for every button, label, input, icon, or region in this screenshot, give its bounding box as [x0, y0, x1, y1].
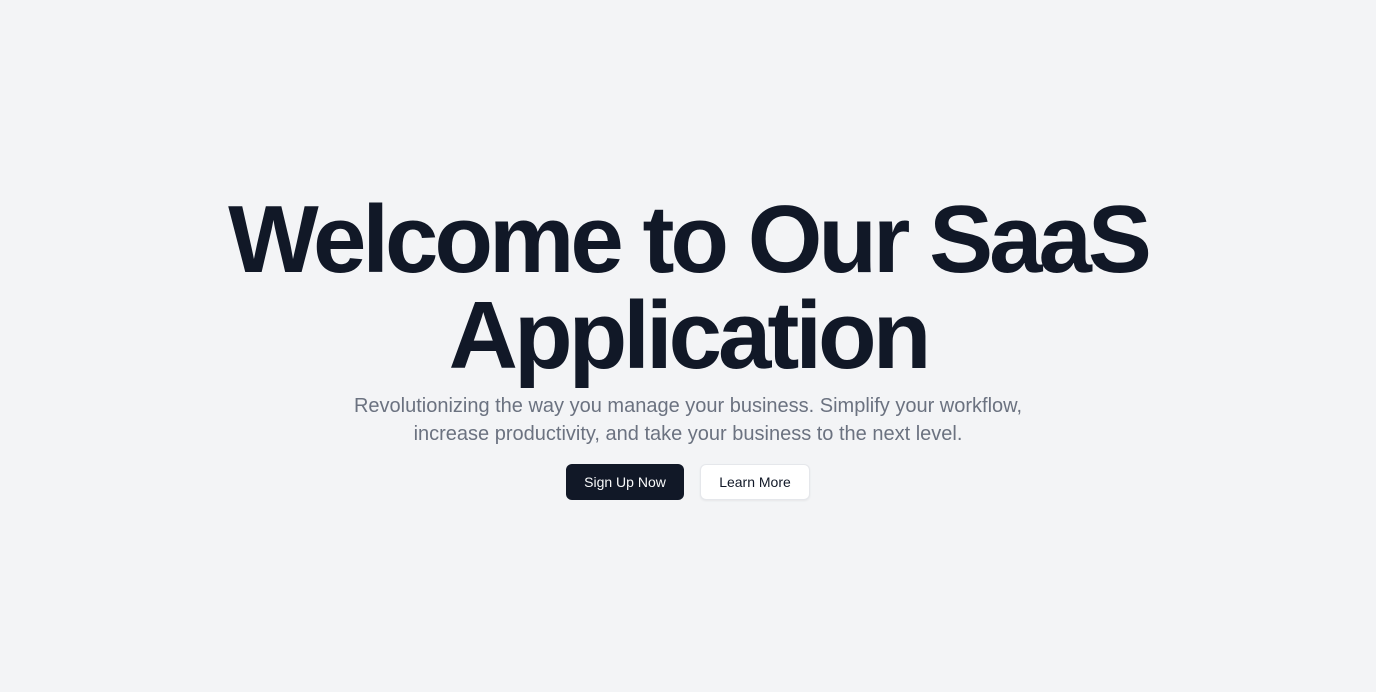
page-title-line-1: Welcome to Our SaaS	[228, 186, 1152, 293]
page-title: Welcome to Our SaaS Application	[0, 192, 1376, 384]
cta-button-group: Sign Up Now Learn More	[0, 464, 1376, 500]
hero-section: Welcome to Our SaaS Application Revoluti…	[0, 0, 1376, 692]
sign-up-button[interactable]: Sign Up Now	[566, 464, 684, 500]
hero-subtitle: Revolutionizing the way you manage your …	[353, 395, 1023, 445]
page-title-line-2: Application	[448, 282, 932, 389]
learn-more-button[interactable]: Learn More	[700, 464, 810, 500]
